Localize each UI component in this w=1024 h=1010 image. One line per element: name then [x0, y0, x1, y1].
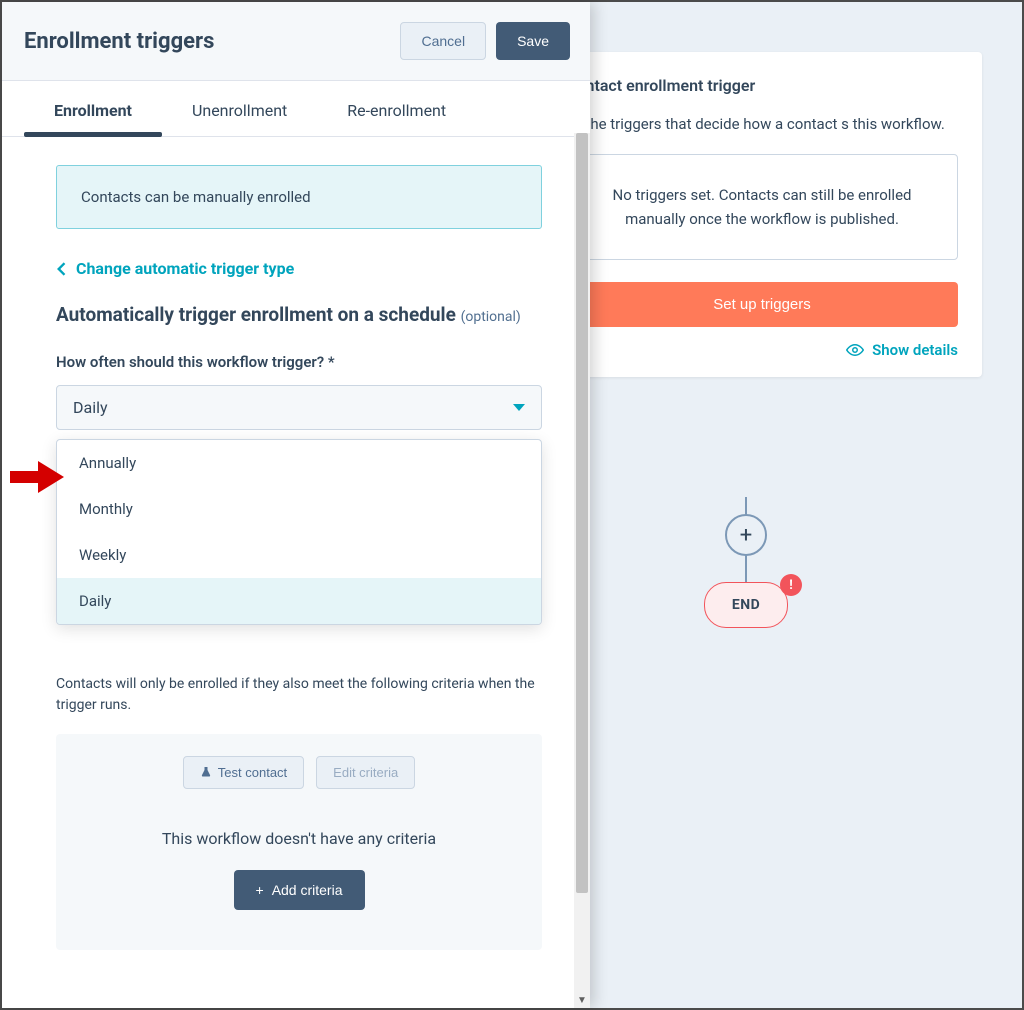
- flask-icon: [200, 766, 212, 778]
- trigger-card-desc: se the triggers that decide how a contac…: [566, 113, 958, 136]
- tab-reenrollment[interactable]: Re-enrollment: [317, 81, 476, 136]
- frequency-option-weekly[interactable]: Weekly: [57, 532, 541, 578]
- change-trigger-type-label: Change automatic trigger type: [76, 259, 294, 278]
- show-details-link[interactable]: Show details: [566, 341, 958, 377]
- test-contact-button[interactable]: Test contact: [183, 756, 304, 789]
- panel-body[interactable]: Contacts can be manually enrolled Change…: [2, 137, 590, 1008]
- scrollbar[interactable]: ▼: [574, 133, 590, 1008]
- change-trigger-type-link[interactable]: Change automatic trigger type: [56, 259, 542, 278]
- save-button[interactable]: Save: [496, 22, 570, 60]
- frequency-option-monthly[interactable]: Monthly: [57, 486, 541, 532]
- add-step-button[interactable]: +: [725, 514, 767, 556]
- frequency-option-daily[interactable]: Daily: [57, 578, 541, 624]
- trigger-card-title: Contact enrollment trigger: [566, 76, 958, 95]
- frequency-selected-value: Daily: [73, 398, 108, 417]
- schedule-section-optional: (optional): [461, 309, 521, 325]
- criteria-box: Test contact Edit criteria This workflow…: [56, 734, 542, 950]
- criteria-empty-text: This workflow doesn't have any criteria: [80, 829, 518, 848]
- edit-criteria-button[interactable]: Edit criteria: [316, 756, 415, 789]
- panel-tabs: Enrollment Unenrollment Re-enrollment: [2, 81, 590, 137]
- frequency-option-annually[interactable]: Annually: [57, 440, 541, 486]
- chevron-down-icon: [513, 404, 525, 411]
- manual-enroll-info: Contacts can be manually enrolled: [56, 165, 542, 229]
- frequency-select[interactable]: Daily: [56, 385, 542, 430]
- chevron-left-icon: [56, 262, 66, 276]
- frequency-dropdown-menu: Annually Monthly Weekly Daily: [56, 439, 542, 625]
- eye-icon: [846, 341, 864, 359]
- cancel-button[interactable]: Cancel: [400, 22, 486, 60]
- tab-unenrollment[interactable]: Unenrollment: [162, 81, 317, 136]
- add-criteria-label: Add criteria: [272, 882, 343, 898]
- scroll-down-arrow[interactable]: ▼: [574, 992, 590, 1008]
- add-criteria-button[interactable]: + Add criteria: [234, 870, 365, 910]
- scrollbar-thumb[interactable]: [576, 133, 588, 893]
- schedule-section-main: Automatically trigger enrollment on a sc…: [56, 303, 461, 326]
- no-triggers-box: No triggers set. Contacts can still be e…: [566, 154, 958, 260]
- alert-icon: !: [780, 574, 802, 596]
- frequency-label: How often should this workflow trigger? …: [56, 353, 542, 371]
- tab-enrollment[interactable]: Enrollment: [24, 81, 162, 136]
- plus-icon: +: [256, 882, 264, 898]
- workflow-connector: [745, 555, 747, 583]
- workflow-end-node[interactable]: END: [704, 582, 788, 628]
- criteria-help-text: Contacts will only be enrolled if they a…: [56, 674, 542, 716]
- setup-triggers-button[interactable]: Set up triggers: [566, 282, 958, 327]
- schedule-section-title: Automatically trigger enrollment on a sc…: [56, 302, 542, 329]
- enrollment-triggers-panel: Enrollment triggers Cancel Save Enrollme…: [2, 2, 590, 1008]
- enrollment-trigger-card: Contact enrollment trigger se the trigge…: [542, 52, 982, 377]
- panel-title: Enrollment triggers: [24, 29, 214, 54]
- show-details-label: Show details: [872, 341, 958, 359]
- test-contact-label: Test contact: [218, 765, 287, 780]
- panel-header: Enrollment triggers Cancel Save: [2, 2, 590, 81]
